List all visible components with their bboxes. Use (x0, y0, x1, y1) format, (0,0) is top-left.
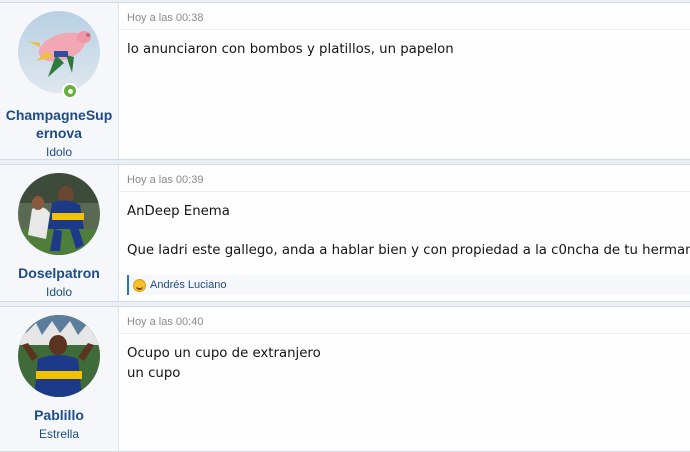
user-title: Estrella (38, 427, 79, 441)
message-text-line: Que ladri este gallego, anda a hablar bi… (127, 242, 690, 258)
avatar-image (18, 11, 100, 93)
username-link[interactable]: Doselpatron (4, 264, 114, 282)
username-line: ernova (36, 125, 82, 141)
message-body: lo anunciaron con bombos y platillos, un… (119, 30, 690, 60)
message-user-info: ChampagneSup ernova Idolo (0, 3, 119, 159)
avatar[interactable] (18, 315, 100, 397)
avatar-image (18, 315, 100, 397)
message-text-line: Ocupo un cupo de extranjero (127, 346, 321, 361)
message-user-info: Pablillo Estrella (0, 307, 119, 451)
username-line: ChampagneSup (5, 107, 113, 123)
message-main: Hoy a las 00:38 lo anunciaron con bombos… (119, 3, 690, 159)
avatar[interactable] (18, 11, 100, 99)
avatar[interactable] (18, 173, 100, 255)
avatar-image (18, 173, 100, 255)
post-timestamp[interactable]: Hoy a las 00:40 (119, 307, 690, 334)
user-title: Idolo (45, 145, 73, 159)
message-text-line: lo anunciaron con bombos y platillos, un… (127, 42, 454, 57)
message-text-line: AnDeep Enema (127, 204, 230, 219)
user-title: Idolo (45, 285, 73, 299)
message-body: AnDeep Enema Que ladri este gallego, and… (119, 192, 690, 260)
message-main: Hoy a las 00:39 AnDeep Enema Que ladri e… (119, 165, 690, 301)
message-user-info: Doselpatron Idolo (0, 165, 119, 301)
message-main: Hoy a las 00:40 Ocupo un cupo de extranj… (119, 307, 690, 451)
message-body: Ocupo un cupo de extranjero un cupo (119, 334, 690, 383)
message-text-line: un cupo (127, 365, 181, 381)
reactions-bar[interactable]: Andrés Luciano (127, 275, 690, 295)
reaction-user-link[interactable]: Andrés Luciano (150, 279, 226, 291)
laughing-emoji-icon (133, 278, 146, 292)
username-link[interactable]: ChampagneSup ernova (4, 106, 114, 142)
message-post: Pablillo Estrella Hoy a las 00:40 Ocupo … (0, 306, 690, 452)
online-indicator-icon (62, 83, 78, 99)
post-timestamp[interactable]: Hoy a las 00:38 (119, 3, 690, 30)
message-post: ChampagneSup ernova Idolo Hoy a las 00:3… (0, 2, 690, 160)
post-timestamp[interactable]: Hoy a las 00:39 (119, 165, 690, 192)
message-post: Doselpatron Idolo Hoy a las 00:39 AnDeep… (0, 164, 690, 302)
username-link[interactable]: Pablillo (4, 406, 114, 424)
